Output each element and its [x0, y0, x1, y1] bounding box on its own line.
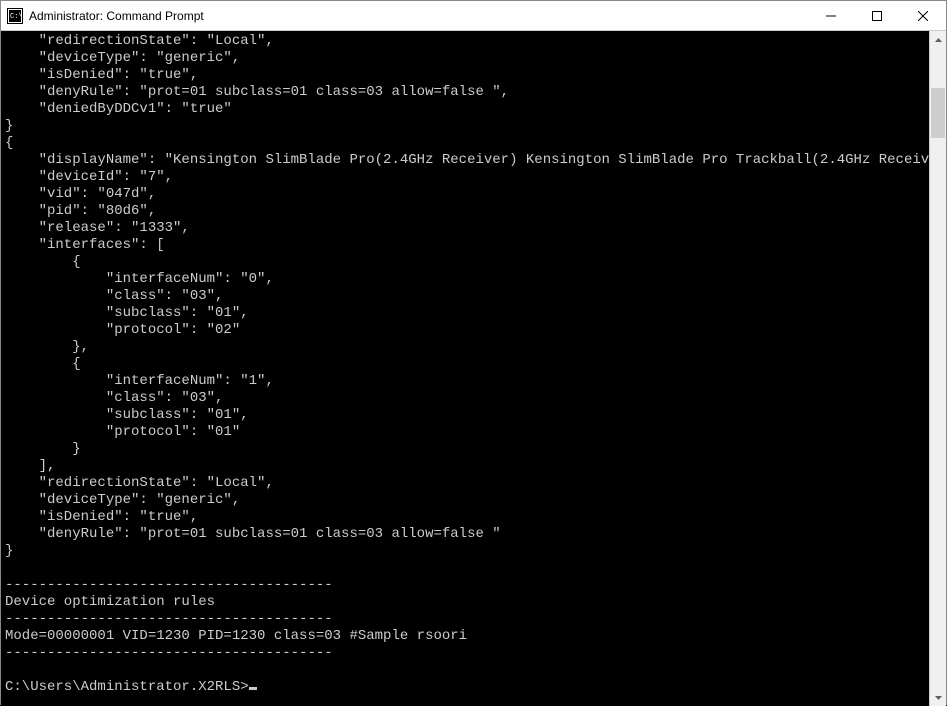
- svg-text:C:\: C:\: [10, 13, 23, 21]
- window-title: Administrator: Command Prompt: [29, 9, 808, 23]
- cursor-icon: [249, 687, 257, 690]
- vertical-scrollbar[interactable]: [929, 31, 946, 706]
- command-prompt: C:\Users\Administrator.X2RLS>: [5, 679, 249, 695]
- terminal-output[interactable]: "redirectionState": "Local", "deviceType…: [1, 31, 929, 706]
- scroll-track[interactable]: [930, 48, 946, 689]
- minimize-button[interactable]: [808, 1, 854, 30]
- scroll-up-arrow-icon[interactable]: [930, 31, 946, 48]
- window-controls: [808, 1, 946, 30]
- close-button[interactable]: [900, 1, 946, 30]
- maximize-button[interactable]: [854, 1, 900, 30]
- terminal-text: "redirectionState": "Local", "deviceType…: [5, 33, 929, 661]
- terminal-container: "redirectionState": "Local", "deviceType…: [1, 31, 946, 706]
- scroll-down-arrow-icon[interactable]: [930, 689, 946, 706]
- titlebar: C:\ Administrator: Command Prompt: [1, 1, 946, 31]
- cmd-icon: C:\: [7, 8, 23, 24]
- scroll-thumb[interactable]: [931, 88, 945, 138]
